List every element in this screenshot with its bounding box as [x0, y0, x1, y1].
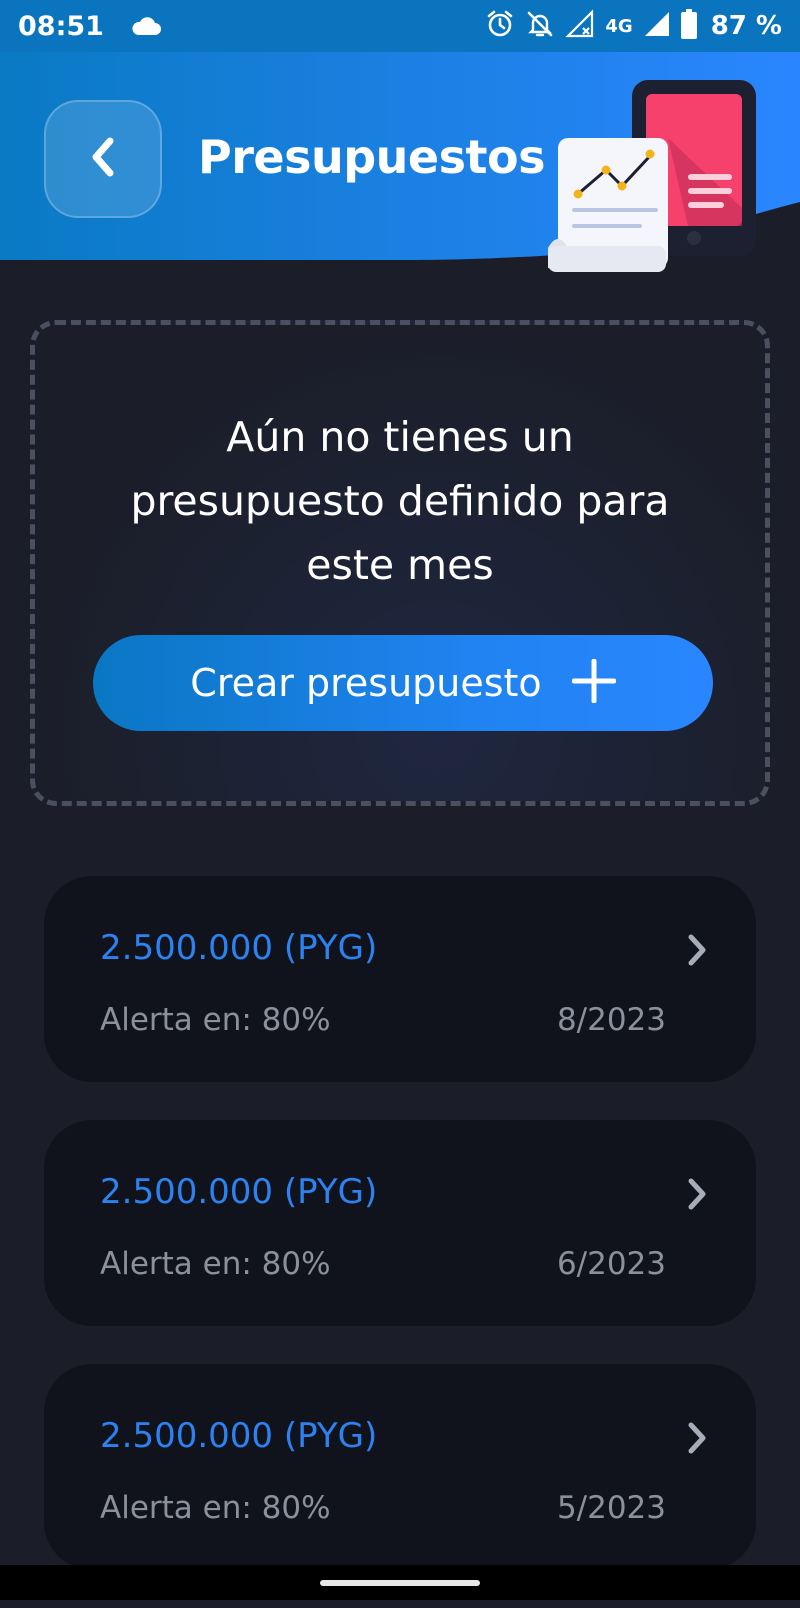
budget-alert: Alerta en: 80%	[100, 1246, 331, 1282]
create-budget-button-label: Crear presupuesto	[190, 661, 542, 705]
home-indicator[interactable]	[320, 1580, 480, 1586]
back-button[interactable]	[44, 100, 162, 218]
budget-date: 5/2023	[556, 1490, 666, 1526]
budget-alert: Alerta en: 80%	[100, 1490, 331, 1526]
status-time: 08:51	[18, 10, 104, 42]
notifications-off-icon	[525, 9, 555, 43]
budget-list-item[interactable]: 2.500.000 (PYG) Alerta en: 80% 6/2023	[44, 1120, 756, 1326]
signal-off-icon	[565, 9, 595, 43]
chevron-left-icon	[88, 135, 118, 183]
empty-budget-card: Aún no tienes un presupuesto definido pa…	[30, 320, 770, 806]
page-title: Presupuestos	[198, 130, 545, 184]
create-budget-button[interactable]: Crear presupuesto	[93, 635, 713, 731]
budget-amount: 2.500.000 (PYG)	[100, 1172, 378, 1212]
budget-list-item[interactable]: 2.500.000 (PYG) Alerta en: 80% 8/2023	[44, 876, 756, 1082]
budget-list: 2.500.000 (PYG) Alerta en: 80% 8/2023 2.…	[44, 876, 756, 1608]
battery-level: 87 %	[710, 11, 782, 41]
plus-icon	[571, 658, 617, 707]
budget-amount: 2.500.000 (PYG)	[100, 928, 378, 968]
budget-date: 8/2023	[556, 1002, 666, 1038]
budget-list-item[interactable]: 2.500.000 (PYG) Alerta en: 80% 5/2023	[44, 1364, 756, 1570]
cloud-icon	[130, 16, 162, 36]
signal-icon	[643, 10, 671, 42]
status-bar: 08:51 4G 87 %	[0, 0, 800, 52]
header: Presupuestos	[0, 52, 800, 282]
chevron-right-icon	[686, 1420, 708, 1460]
system-nav-bar	[0, 1565, 800, 1600]
status-icons: 4G 87 %	[485, 9, 782, 43]
chevron-right-icon	[686, 932, 708, 972]
budget-report-illustration	[548, 78, 758, 282]
budget-date: 6/2023	[556, 1246, 666, 1282]
network-type: 4G	[605, 15, 633, 37]
budget-alert: Alerta en: 80%	[100, 1002, 331, 1038]
budget-amount: 2.500.000 (PYG)	[100, 1416, 378, 1456]
chevron-right-icon	[686, 1176, 708, 1216]
alarm-icon	[485, 9, 515, 43]
empty-state-message: Aún no tienes un presupuesto definido pa…	[130, 413, 670, 589]
battery-icon	[680, 9, 697, 43]
